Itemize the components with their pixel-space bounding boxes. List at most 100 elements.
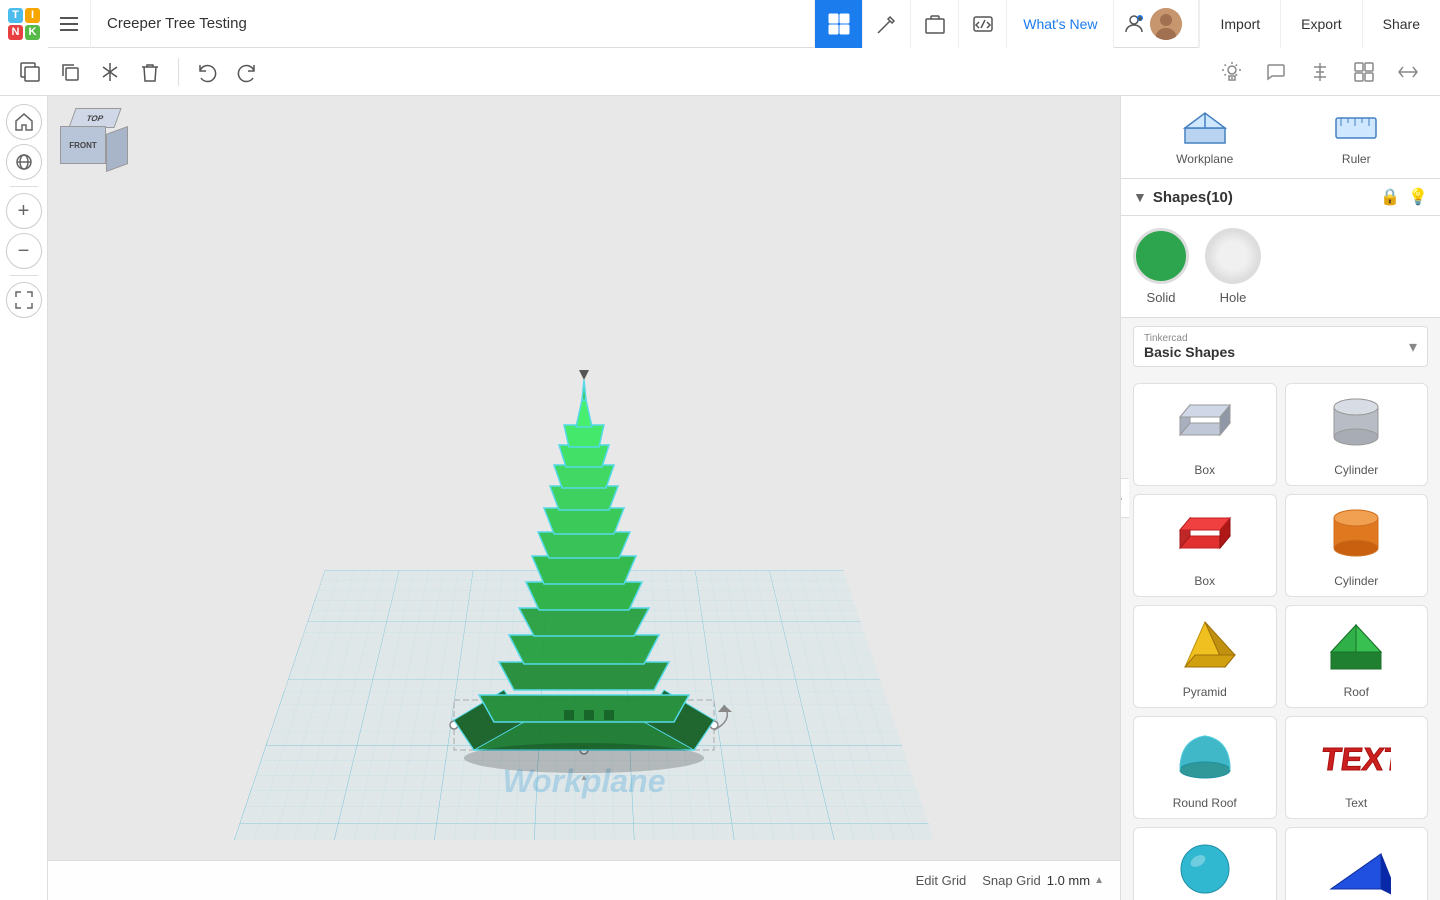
redo-button[interactable] <box>229 54 265 90</box>
mirror-button[interactable] <box>92 54 128 90</box>
grid-view-button[interactable] <box>814 0 862 48</box>
shape-cylinder-gray-label: Cylinder <box>1334 463 1378 477</box>
workplane-ruler-panel: Workplane Ruler <box>1121 96 1440 179</box>
copy-to-workplane-button[interactable] <box>12 54 48 90</box>
cube-side-face[interactable] <box>106 126 128 172</box>
svg-text:+: + <box>1139 16 1142 22</box>
import-button[interactable]: Import <box>1199 0 1280 48</box>
orbit-button[interactable] <box>6 144 42 180</box>
flip-tool-button[interactable] <box>1388 52 1428 92</box>
menu-button[interactable] <box>48 0 91 48</box>
snap-grid-area: Snap Grid 1.0 mm ▲ <box>982 873 1104 888</box>
shape-box-red[interactable]: Box <box>1133 494 1277 597</box>
svg-text:TEXT: TEXT <box>1321 741 1391 777</box>
shape-pyramid-yellow-thumb <box>1165 614 1245 679</box>
edit-grid-label[interactable]: Edit Grid <box>916 873 967 888</box>
shape-box-gray-thumb <box>1165 392 1245 457</box>
shape-cylinder-orange[interactable]: Cylinder <box>1285 494 1429 597</box>
shape-box-gray[interactable]: Box <box>1133 383 1277 486</box>
snap-value-selector[interactable]: 1.0 mm ▲ <box>1047 873 1104 888</box>
tree-svg <box>424 260 744 780</box>
user-avatar[interactable] <box>1150 8 1182 40</box>
shapes-lock-icon[interactable]: 🔒 <box>1380 187 1400 207</box>
toolbar <box>0 48 1440 96</box>
shape-cylinder-gray[interactable]: Cylinder <box>1285 383 1429 486</box>
cube-front-face[interactable]: FRONT <box>60 126 106 164</box>
cube-top-face[interactable]: TOP <box>68 108 121 128</box>
shapes-count-title: Shapes(10) <box>1153 189 1233 206</box>
shape-box-gray-label: Box <box>1194 463 1215 477</box>
shape-round-roof-teal[interactable]: Round Roof <box>1133 716 1277 819</box>
shape-text-label: Text <box>1345 796 1367 810</box>
light-tool-button[interactable] <box>1212 52 1252 92</box>
delete-button[interactable] <box>132 54 168 90</box>
library-provider: Tinkercad <box>1144 333 1235 344</box>
home-button[interactable] <box>6 104 42 140</box>
shapes-header-icons: 🔒 💡 <box>1380 187 1428 207</box>
bottom-bar: Edit Grid Snap Grid 1.0 mm ▲ <box>48 860 1120 900</box>
tree-model[interactable] <box>424 260 744 780</box>
ruler-label-text: Ruler <box>1342 152 1371 166</box>
shapes-collapse-arrow[interactable]: ▼ <box>1133 189 1147 205</box>
shape-roof-green[interactable]: Roof <box>1285 605 1429 708</box>
export-button[interactable]: Export <box>1280 0 1361 48</box>
toolbar-separator-1 <box>178 58 179 86</box>
shapes-title-area: ▼ Shapes(10) <box>1133 189 1233 206</box>
main-area: + − TOP FRONT <box>0 96 1440 900</box>
shape-pyramid-yellow[interactable]: Pyramid <box>1133 605 1277 708</box>
shapes-header: ▼ Shapes(10) 🔒 💡 <box>1121 179 1440 216</box>
snap-arrow-icon: ▲ <box>1094 875 1104 886</box>
hole-circle <box>1205 228 1261 284</box>
duplicate-button[interactable] <box>52 54 88 90</box>
workplane-icon <box>1180 108 1230 148</box>
shape-sphere-teal[interactable]: Sphere <box>1133 827 1277 900</box>
projects-button[interactable] <box>910 0 958 48</box>
viewport[interactable]: TOP FRONT <box>48 96 1120 900</box>
user-area[interactable]: + <box>1113 0 1190 48</box>
shape-roof-green-thumb <box>1316 614 1396 679</box>
nav-separator-2 <box>10 275 38 276</box>
solid-hole-area: Solid Hole <box>1121 216 1440 318</box>
right-panel: ❯ Workplane Ruler <box>1120 96 1440 900</box>
workplane-tool[interactable]: Workplane <box>1129 104 1281 170</box>
zoom-out-button[interactable]: − <box>6 233 42 269</box>
shape-round-roof-label: Round Roof <box>1173 796 1237 810</box>
view-cube[interactable]: TOP FRONT <box>60 108 140 188</box>
shape-box-red-thumb <box>1165 503 1245 568</box>
shape-wedge-blue[interactable]: Wedge <box>1285 827 1429 900</box>
group-tool-button[interactable] <box>1344 52 1384 92</box>
collapse-panel-button[interactable]: ❯ <box>1120 478 1129 518</box>
build-tool-button[interactable] <box>862 0 910 48</box>
shape-cylinder-orange-thumb <box>1316 503 1396 568</box>
whats-new-button[interactable]: What's New <box>1006 0 1113 48</box>
solid-option[interactable]: Solid <box>1133 228 1189 305</box>
logo-k: K <box>25 25 40 40</box>
align-tool-button[interactable] <box>1300 52 1340 92</box>
shape-round-roof-teal-thumb <box>1165 725 1245 790</box>
snap-value-text: 1.0 mm <box>1047 873 1090 888</box>
fit-view-button[interactable] <box>6 282 42 318</box>
toolbar-right <box>1212 52 1428 92</box>
library-header: Tinkercad Basic Shapes ▾ <box>1121 318 1440 375</box>
shape-text-red[interactable]: TEXT TEXT Text <box>1285 716 1429 819</box>
library-dropdown-arrow: ▾ <box>1409 337 1417 357</box>
shapes-light-icon[interactable]: 💡 <box>1408 187 1428 207</box>
shape-wedge-blue-thumb <box>1316 836 1396 900</box>
action-buttons: Import Export Share <box>1198 0 1440 48</box>
left-navigation: + − <box>0 96 48 900</box>
zoom-in-button[interactable]: + <box>6 193 42 229</box>
share-button[interactable]: Share <box>1362 0 1440 48</box>
hole-option[interactable]: Hole <box>1205 228 1261 305</box>
solid-label: Solid <box>1147 290 1176 305</box>
library-category-info: Tinkercad Basic Shapes <box>1144 333 1235 360</box>
logo[interactable]: T I N K <box>0 0 48 48</box>
speech-bubble-button[interactable] <box>1256 52 1296 92</box>
project-title[interactable]: Creeper Tree Testing <box>91 15 814 32</box>
nav-separator <box>10 186 38 187</box>
snap-grid-label: Snap Grid <box>982 873 1041 888</box>
ruler-tool[interactable]: Ruler <box>1281 104 1433 170</box>
code-blocks-button[interactable] <box>958 0 1006 48</box>
library-category-selector[interactable]: Tinkercad Basic Shapes ▾ <box>1133 326 1428 367</box>
view-cube-box[interactable]: TOP FRONT <box>60 108 130 178</box>
undo-button[interactable] <box>189 54 225 90</box>
